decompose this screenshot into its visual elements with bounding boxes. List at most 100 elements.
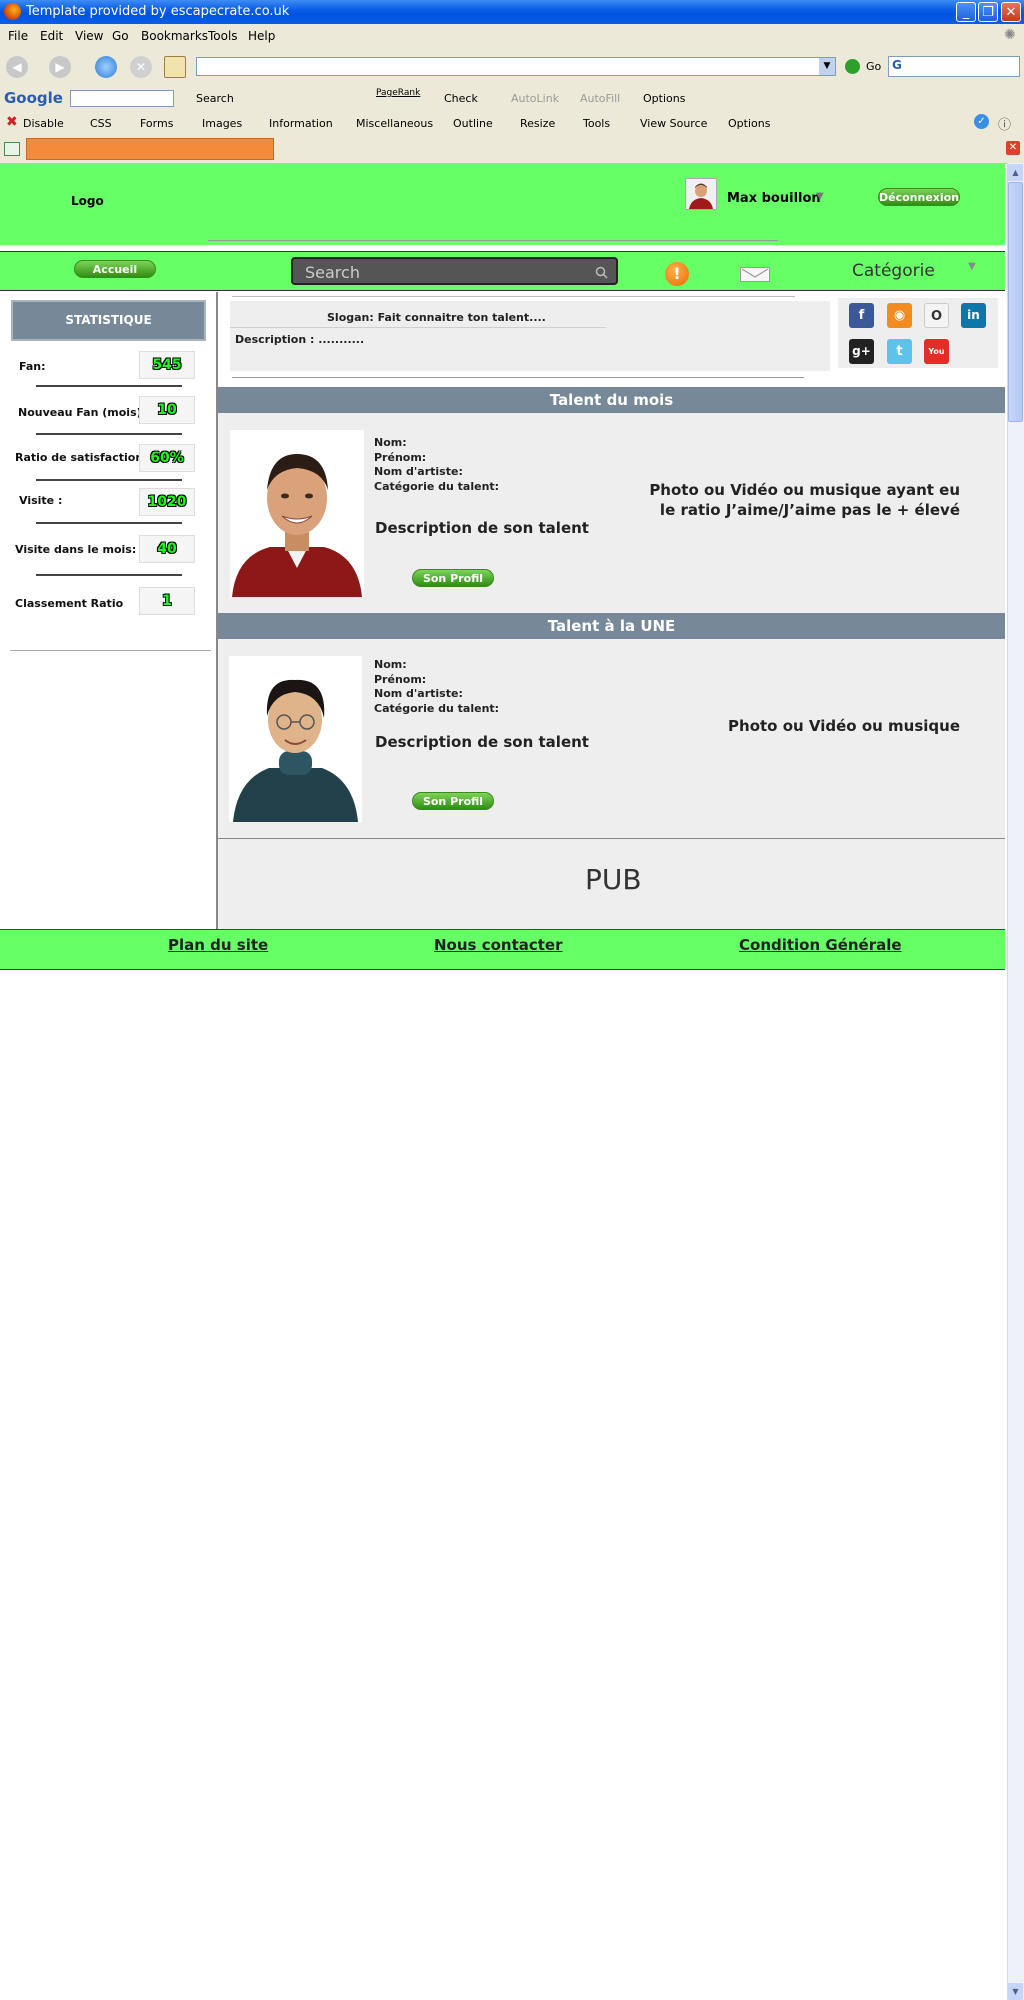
talent-une-profile-button[interactable]: Son Profil xyxy=(412,792,494,810)
talent-une-heading: Talent à la UNE xyxy=(218,613,1005,639)
field-category: Catégorie du talent: xyxy=(374,479,500,493)
youtube-icon[interactable]: You xyxy=(924,339,949,364)
autolink-button[interactable]: AutoLink xyxy=(511,92,559,105)
wd-information-menu[interactable]: Information xyxy=(269,117,333,130)
menu-view[interactable]: View xyxy=(75,29,103,43)
stat-value-monthly-visits: 40 xyxy=(139,535,195,563)
scroll-up-arrow[interactable]: ▲ xyxy=(1008,164,1023,181)
chevron-down-icon[interactable]: ▼ xyxy=(816,191,824,202)
category-menu[interactable]: Catégorie xyxy=(852,261,935,281)
wd-disable-menu[interactable]: Disable xyxy=(23,117,64,130)
menu-help[interactable]: Help xyxy=(248,29,275,43)
google-plus-icon[interactable]: g+ xyxy=(849,339,874,364)
google-logo[interactable]: Google xyxy=(4,89,63,107)
wd-miscellaneous-menu[interactable]: Miscellaneous xyxy=(356,117,433,130)
talent-une-photo[interactable] xyxy=(229,656,362,822)
stat-label-ratio-rank: Classement Ratio xyxy=(15,597,124,610)
info-icon[interactable]: ⓘ xyxy=(998,114,1011,133)
back-icon[interactable]: ◀ xyxy=(6,56,28,78)
close-tab-icon[interactable]: ✕ xyxy=(1006,141,1020,155)
talent-month-photo[interactable] xyxy=(230,430,364,597)
ad-label: PUB xyxy=(585,863,642,896)
avatar[interactable] xyxy=(685,178,717,210)
talent-month-profile-button[interactable]: Son Profil xyxy=(412,569,494,587)
logout-button[interactable]: Déconnexion xyxy=(878,188,960,206)
validator-check-icon[interactable]: ✓ xyxy=(974,114,989,129)
talent-month-fields: Nom: Prénom: Nom d'artiste: Catégorie du… xyxy=(374,436,499,494)
wd-tools-menu[interactable]: Tools xyxy=(583,117,610,130)
window-title: Template provided by escapecrate.co.uk xyxy=(26,4,290,19)
throbber-icon: ✺ xyxy=(1004,27,1016,43)
home-button[interactable]: Accueil xyxy=(74,260,156,278)
spell-check-button[interactable]: Check xyxy=(444,92,478,105)
search-icon[interactable] xyxy=(595,266,608,279)
window-title-bar: Template provided by escapecrate.co.uk _… xyxy=(0,0,1024,24)
browser-search-input[interactable]: G xyxy=(888,56,1020,77)
wd-options-menu[interactable]: Options xyxy=(728,117,770,130)
maximize-button[interactable]: ❐ xyxy=(978,2,998,22)
footer-link-contact[interactable]: Nous contacter xyxy=(434,936,563,954)
go-icon[interactable] xyxy=(845,59,860,74)
wd-css-menu[interactable]: CSS xyxy=(90,117,112,130)
google-search-input[interactable] xyxy=(70,90,174,107)
talent-une-fields: Nom: Prénom: Nom d'artiste: Catégorie du… xyxy=(374,658,499,716)
field-artist-name: Nom d'artiste: xyxy=(374,687,463,700)
portrait-image xyxy=(229,656,362,822)
linkedin-icon[interactable]: in xyxy=(961,303,986,328)
active-tab[interactable] xyxy=(26,138,274,160)
field-nom: Nom: xyxy=(374,658,407,671)
field-artist-name: Nom d'artiste: xyxy=(374,465,463,478)
address-bar[interactable]: ▼ xyxy=(196,57,836,76)
talent-une-media[interactable]: Photo ou Vidéo ou musique xyxy=(660,716,960,736)
wd-view-source-menu[interactable]: View Source xyxy=(640,117,707,130)
menu-bookmarks[interactable]: Bookmarks xyxy=(141,29,208,43)
site-logo[interactable]: Logo xyxy=(71,194,104,208)
divider xyxy=(230,327,606,328)
mail-icon[interactable] xyxy=(740,267,770,282)
reload-icon[interactable] xyxy=(95,56,117,78)
wd-forms-menu[interactable]: Forms xyxy=(140,117,173,130)
chevron-down-icon[interactable]: ▼ xyxy=(819,58,835,75)
chevron-down-icon[interactable]: ▼ xyxy=(968,261,976,272)
home-icon[interactable] xyxy=(164,56,186,78)
minimize-button[interactable]: _ xyxy=(956,2,976,22)
menu-tools[interactable]: Tools xyxy=(208,29,238,43)
openid-icon[interactable]: O xyxy=(924,303,949,328)
go-label[interactable]: Go xyxy=(866,60,881,73)
talent-month-media[interactable]: Photo ou Vidéo ou musique ayant eu le ra… xyxy=(560,480,960,520)
vertical-scrollbar[interactable] xyxy=(1007,163,1024,2000)
profile-intro: Slogan: Fait connaitre ton talent.... De… xyxy=(230,301,830,371)
alert-icon[interactable]: ! xyxy=(665,262,689,286)
divider xyxy=(36,522,182,524)
stat-value-visits: 1020 xyxy=(139,488,195,516)
footer-link-terms[interactable]: Condition Générale xyxy=(739,936,902,954)
footer-link-sitemap[interactable]: Plan du site xyxy=(168,936,268,954)
google-search-button[interactable]: Search xyxy=(196,92,234,105)
new-tab-icon[interactable] xyxy=(4,142,20,156)
autofill-button[interactable]: AutoFill xyxy=(580,92,620,105)
close-window-button[interactable]: ✕ xyxy=(1001,2,1021,22)
forward-icon[interactable]: ▶ xyxy=(49,56,71,78)
facebook-icon[interactable]: f xyxy=(849,303,874,328)
stat-value-ratio-rank: 1 xyxy=(139,587,195,615)
google-options-button[interactable]: Options xyxy=(643,92,685,105)
menu-go[interactable]: Go xyxy=(112,29,129,43)
stop-icon[interactable]: ✕ xyxy=(130,56,152,78)
disable-icon: ✖ xyxy=(6,114,18,130)
ad-banner[interactable]: PUB xyxy=(218,838,1005,930)
user-name[interactable]: Max bouillon xyxy=(727,191,821,206)
wd-resize-menu[interactable]: Resize xyxy=(520,117,555,130)
user-avatar-image xyxy=(686,179,716,209)
scroll-down-arrow[interactable]: ▼ xyxy=(1008,1983,1023,2000)
menu-edit[interactable]: Edit xyxy=(40,29,63,43)
talent-month-heading: Talent du mois xyxy=(218,387,1005,413)
search-input[interactable]: Search xyxy=(291,257,618,285)
divider xyxy=(10,650,211,651)
wd-images-menu[interactable]: Images xyxy=(202,117,242,130)
rss-icon[interactable]: ◉ xyxy=(887,303,912,328)
field-nom: Nom: xyxy=(374,436,407,449)
wd-outline-menu[interactable]: Outline xyxy=(453,117,493,130)
scrollbar-thumb[interactable] xyxy=(1008,182,1023,422)
menu-file[interactable]: File xyxy=(8,29,28,43)
twitter-icon[interactable]: t xyxy=(887,339,912,364)
